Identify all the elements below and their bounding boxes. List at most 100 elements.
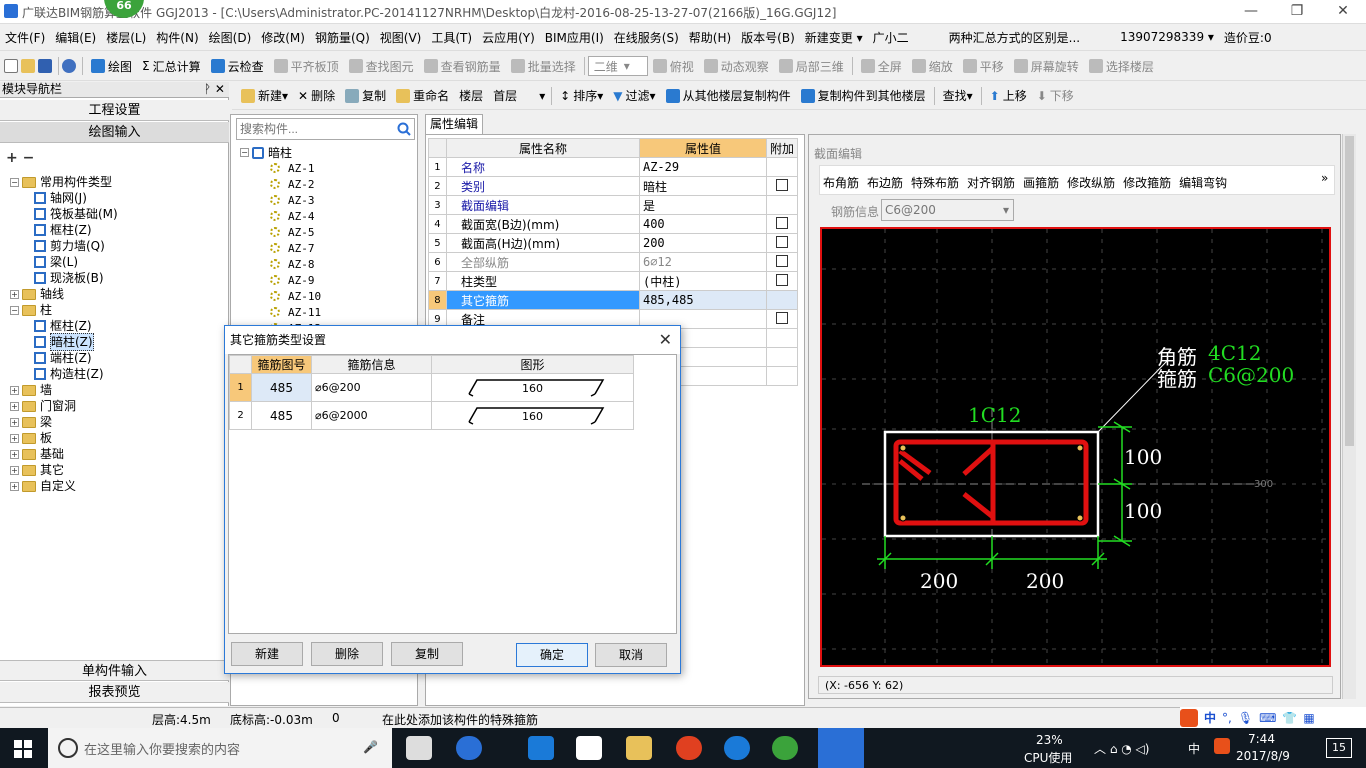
batch-select-button[interactable]: 批量选择 [506,58,581,75]
delete-component-button[interactable]: ✕ 删除 [293,87,340,104]
view-rebar-button[interactable]: 查看钢筋量 [419,58,506,75]
app-icon-1[interactable] [406,736,432,760]
menu-draw[interactable]: 绘图(D) [204,29,257,46]
taskbar-search[interactable]: 在这里输入你要搜索的内容 🎤 [48,728,392,768]
property-row[interactable]: 8 其它箍筋 485,485 [428,290,799,310]
section-tool-button[interactable]: 特殊布筋 [907,174,963,191]
menu-modify[interactable]: 修改(M) [256,29,310,46]
dialog-cancel-button[interactable]: 取消 [595,643,667,667]
top-view-button[interactable]: 俯视 [648,58,699,75]
mic-icon[interactable]: 🎙 [1238,711,1253,725]
app-icon-2[interactable] [456,736,482,760]
select-floor-button[interactable]: 选择楼层 [1084,58,1159,75]
expand-icon[interactable]: + [10,449,19,459]
tree-item[interactable]: 现浇板(B) [34,270,104,286]
tree-item[interactable]: 框柱(Z) [34,222,92,238]
save-icon[interactable] [38,59,52,73]
clock-date[interactable]: 2017/8/9 [1236,749,1290,763]
property-value[interactable]: AZ-29 [638,157,767,177]
property-value[interactable]: 暗柱 [638,176,767,196]
copy-from-floor-button[interactable]: 从其他楼层复制构件 [661,87,796,104]
expand-icon[interactable]: + [10,465,19,475]
tree-item[interactable]: 轴网(J) [34,190,87,206]
vertical-scrollbar[interactable] [1342,134,1356,699]
search-icon[interactable] [396,121,412,137]
property-row[interactable]: 1 名称 AZ-29 [428,157,799,177]
component-list-item[interactable]: AZ-9 [270,272,315,288]
tree-item[interactable]: + 墙 [10,382,52,398]
component-search-input[interactable] [237,119,387,139]
more-tools-icon[interactable]: » [1321,171,1328,185]
rotate-screen-button[interactable]: 屏幕旋转 [1009,58,1084,75]
tree-item[interactable]: + 其它 [10,462,64,478]
project-settings-button[interactable]: 工程设置 [0,100,229,121]
stirrup-row[interactable]: 2 485 ⌀6@2000 160 [229,401,634,430]
menu-cloud[interactable]: 云应用(Y) [477,29,540,46]
edge-icon[interactable] [528,736,554,760]
pan-button[interactable]: 平移 [958,58,1009,75]
minimize-button[interactable]: — [1228,0,1274,24]
menu-assistant[interactable]: 广小二 [868,29,914,46]
extra-checkbox[interactable] [775,254,788,267]
ime-lang[interactable]: 中 [1204,709,1216,726]
collapse-icon[interactable]: − [10,305,19,315]
dialog-close-icon[interactable]: ✕ [659,330,672,349]
component-list-item[interactable]: AZ-5 [270,224,315,240]
sogou-icon[interactable] [1180,708,1198,727]
tab-properties[interactable]: 属性编辑 [425,114,483,134]
top-rebar-label[interactable]: 1C12 [968,403,1021,427]
menu-version[interactable]: 版本号(B) [736,29,800,46]
skin-icon[interactable]: 👕 [1282,711,1297,725]
component-list-item[interactable]: AZ-4 [270,208,315,224]
property-row[interactable]: 4 截面宽(B边)(mm) 400 [428,214,799,234]
dynamic-view-button[interactable]: 动态观察 [699,58,774,75]
property-value[interactable]: 485,485 [638,290,767,310]
extra-checkbox[interactable] [775,273,788,286]
tree-item[interactable]: − 柱 [10,302,52,318]
stirrup-value[interactable]: C6@200 [1208,363,1294,387]
section-tool-button[interactable]: 编辑弯钩 [1175,174,1231,191]
stirrup-info[interactable]: ⌀6@200 [311,373,432,402]
rebar-info-select[interactable]: C6@200 ▾ [881,199,1014,221]
new-file-icon[interactable] [4,59,18,73]
find-button[interactable]: 查找 ▾ [938,87,978,104]
section-canvas[interactable]: 角筋 4C12 箍筋 C6@200 1C12 100 100 200 200 3… [820,227,1331,667]
file-explorer-icon[interactable] [626,736,652,760]
close-window-button[interactable]: ✕ [1320,0,1366,24]
tree-item[interactable]: + 自定义 [10,478,76,494]
toolbox-icon[interactable]: ▦ [1303,711,1314,725]
filter-button[interactable]: ▼ 过滤 ▾ [608,87,660,104]
store-icon[interactable] [576,736,602,760]
menu-edit[interactable]: 编辑(E) [50,29,101,46]
menu-new-change[interactable]: 新建变更 ▾ [800,29,868,46]
zoom-button[interactable]: 缩放 [907,58,958,75]
dialog-new-button[interactable]: 新建 [231,642,303,666]
floor-select[interactable]: 首层 ▾ [488,87,548,104]
windows-start-icon[interactable] [14,740,32,758]
extra-checkbox[interactable] [775,178,788,191]
tree-item[interactable]: + 板 [10,430,52,446]
expand-icon[interactable]: + [10,385,19,395]
extra-checkbox[interactable] [775,311,788,324]
menu-online[interactable]: 在线服务(S) [609,29,684,46]
glodon-icon-1[interactable] [676,736,702,760]
menu-help[interactable]: 帮助(H) [684,29,736,46]
component-list-item[interactable]: AZ-11 [270,304,321,320]
section-tool-button[interactable]: 修改箍筋 [1119,174,1175,191]
menu-tools[interactable]: 工具(T) [426,29,477,46]
component-search[interactable] [236,118,415,140]
fullscreen-button[interactable]: 全屏 [856,58,907,75]
rename-button[interactable]: 重命名 [391,87,454,104]
ime-toolbar[interactable]: 中 °, 🎙 ⌨ 👕 ▦ [1180,707,1366,728]
stirrup-code[interactable]: 485 [251,401,312,430]
tree-item[interactable]: − 常用构件类型 [10,174,112,190]
corner-rebar-value[interactable]: 4C12 [1208,341,1261,365]
expand-icon[interactable]: + [10,433,19,443]
collapse-icon[interactable]: − [240,148,249,157]
menu-floor[interactable]: 楼层(L) [101,29,151,46]
property-row[interactable]: 7 柱类型 (中柱) [428,271,799,291]
tree-item[interactable]: + 门窗洞 [10,398,76,414]
taskbar-ime[interactable]: 中 [1188,740,1200,757]
tree-item[interactable]: 框柱(Z) [34,318,92,334]
local-3d-button[interactable]: 局部三维 [774,58,849,75]
